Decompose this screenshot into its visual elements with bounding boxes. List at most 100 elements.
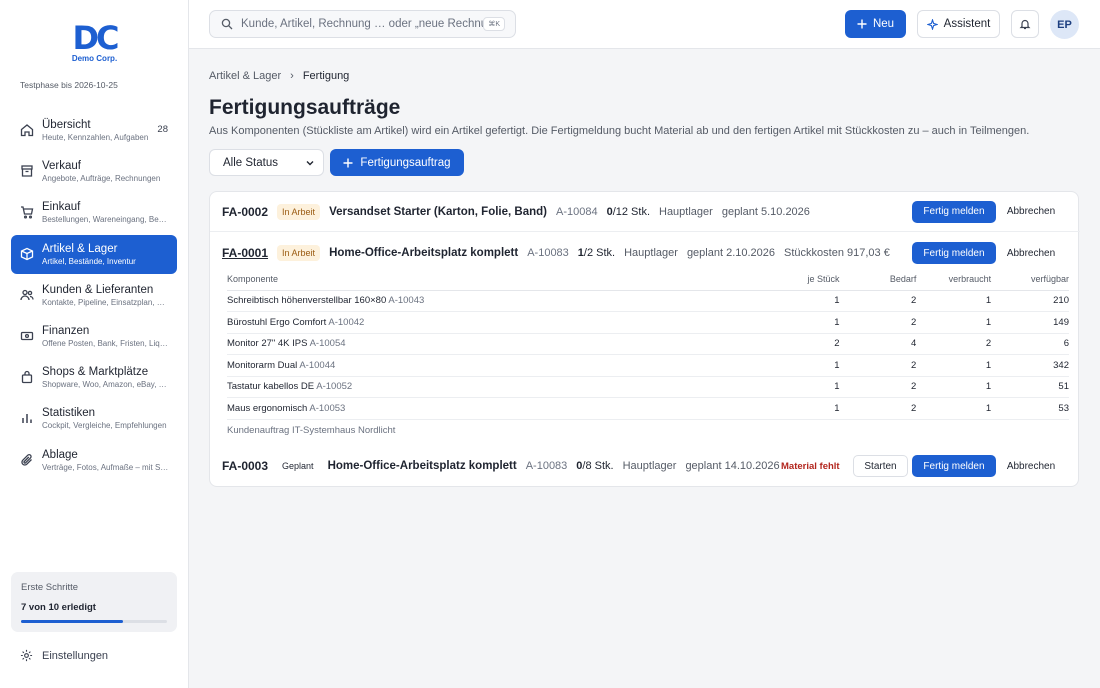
sidebar-item-sub: Artikel, Bestände, Inventur [42, 256, 136, 266]
sidebar-item-artikel-lager[interactable]: Artikel & Lager Artikel, Bestände, Inven… [11, 234, 177, 274]
create-production-order-button[interactable]: Fertigungsauftrag [330, 149, 464, 176]
used-cell: 1 [916, 311, 992, 334]
order-id[interactable]: FA-0002 [222, 205, 268, 219]
status-badge: Geplant [282, 461, 314, 471]
sidebar-item-title: Shops & Marktplätze [42, 366, 149, 379]
component-sku: A-10052 [316, 381, 353, 393]
available-cell: 149 [991, 311, 1069, 334]
plus-icon [857, 19, 867, 29]
per-unit-cell: 1 [759, 290, 840, 312]
sidebar-item-verkauf[interactable]: Verkauf Angebote, Aufträge, Rechnungen [11, 152, 177, 191]
sidebar-item-shops[interactable]: Shops & Marktplätze Shopware, Woo, Amazo… [11, 358, 177, 397]
order-id[interactable]: FA-0001 [222, 246, 268, 260]
wallet-icon [20, 329, 34, 343]
used-cell: 1 [916, 397, 992, 420]
component-sku: A-10043 [388, 295, 425, 307]
customer-order-reference[interactable]: Kundenauftrag IT-Systemhaus Nordlicht [227, 419, 1069, 441]
qty-total: /8 Stk. [582, 460, 614, 472]
qty-total: /2 Stk. [583, 247, 616, 259]
component-sku: A-10044 [299, 359, 336, 371]
order-quantity: 0/12 Stk. [607, 206, 650, 218]
sidebar-item-einkauf[interactable]: Einkauf Bestellungen, Wareneingang, Best… [11, 193, 177, 232]
settings-link[interactable]: Einstellungen [20, 649, 108, 662]
sidebar-item-sub: Cockpit, Vergleiche, Empfehlungen [42, 421, 167, 431]
need-cell: 2 [839, 290, 917, 312]
sidebar-item-kunden-lieferanten[interactable]: Kunden & Lieferanten Kontakte, Pipeline,… [11, 276, 177, 315]
trial-info: Testphase bis 2026-10-25 [20, 80, 118, 90]
status-badge: In Arbeit [277, 203, 321, 220]
sidebar-item-ablage[interactable]: Ablage Verträge, Fotos, Aufmaße – mit Su… [11, 441, 177, 480]
column-header: verbraucht [916, 269, 992, 291]
create-button-label: Fertigungsauftrag [360, 156, 451, 169]
sidebar-item-sub: Heute, Kennzahlen, Aufgaben [42, 133, 149, 142]
component-cell: Tastatur kabellos DE A-10052 [227, 376, 760, 398]
available-cell: 342 [991, 354, 1069, 377]
logo-mark: DC [72, 19, 119, 57]
chevron-right-icon: › [290, 70, 294, 82]
order-article-name: Home-Office-Arbeitsplatz komplett [327, 460, 517, 472]
notifications-button[interactable] [1011, 10, 1039, 38]
per-unit-cell: 1 [759, 376, 840, 398]
box-icon [20, 247, 34, 261]
order-article-name: Home-Office-Arbeitsplatz komplett [329, 247, 519, 259]
status-filter-select[interactable]: Alle Status [209, 149, 324, 176]
sidebar-item-finanzen[interactable]: Finanzen Offene Posten, Bank, Fristen, L… [11, 317, 177, 356]
finish-button[interactable]: Fertig melden [912, 455, 996, 477]
table-row: Monitorarm Dual A-10044 1 2 1 342 [227, 354, 1069, 377]
sidebar: DC Demo Corp. Testphase bis 2026-10-25 Ü… [0, 0, 189, 688]
global-search[interactable]: ⌘K [209, 10, 516, 38]
component-cell: Bürostuhl Ergo Comfort A-10042 [227, 311, 760, 334]
finish-button[interactable]: Fertig melden [912, 242, 996, 264]
need-cell: 2 [839, 376, 917, 398]
cancel-button[interactable]: Abbrechen [1000, 242, 1062, 264]
available-cell: 210 [991, 290, 1069, 312]
bell-icon [1019, 18, 1031, 30]
shortcut-hint: ⌘K [483, 17, 505, 31]
breadcrumb-parent[interactable]: Artikel & Lager [209, 70, 281, 82]
cancel-button[interactable]: Abbrechen [1000, 201, 1062, 223]
shop-icon [20, 370, 34, 384]
order-sku: A-10083 [525, 460, 568, 472]
start-button[interactable]: Starten [853, 455, 908, 477]
component-name: Schreibtisch höhenverstellbar 160×80 [227, 295, 387, 307]
sidebar-item-uebersicht[interactable]: Übersicht Heute, Kennzahlen, Aufgaben 28 [11, 111, 177, 150]
onboarding-title: Erste Schritte [21, 582, 79, 593]
order-article-name: Versandset Starter (Karton, Folie, Band) [329, 205, 547, 218]
sidebar-item-statistiken[interactable]: Statistiken Cockpit, Vergleiche, Empfehl… [11, 399, 177, 438]
users-icon [20, 288, 34, 302]
per-unit-cell: 2 [759, 333, 840, 355]
available-cell: 51 [991, 376, 1069, 398]
sidebar-item-title: Kunden & Lieferanten [42, 283, 154, 296]
assistant-button[interactable]: Assistent [917, 10, 1000, 38]
order-row-fa-0001: FA-0001 In Arbeit Home-Office-Arbeitspla… [210, 233, 1080, 273]
used-cell: 1 [916, 354, 992, 377]
page-title: Fertigungsaufträge [209, 96, 401, 119]
onboarding-card[interactable]: Erste Schritte 7 von 10 erledigt [11, 572, 177, 632]
order-warehouse: Hauptlager [659, 205, 713, 218]
order-planned-date: geplant 5.10.2026 [721, 205, 810, 218]
new-button[interactable]: Neu [845, 10, 906, 38]
component-name: Monitor 27" 4K IPS [227, 338, 308, 350]
new-button-label: Neu [872, 18, 895, 30]
finish-button[interactable]: Fertig melden [912, 200, 996, 223]
cancel-button[interactable]: Abbrechen [1000, 455, 1062, 477]
available-cell: 53 [991, 397, 1069, 420]
brand-logo[interactable]: DC Demo Corp. [0, 22, 189, 63]
need-cell: 2 [839, 397, 917, 420]
column-header: Komponente [227, 269, 760, 291]
component-name: Monitorarm Dual [227, 359, 298, 371]
need-cell: 2 [839, 354, 917, 377]
avatar[interactable]: EP [1050, 10, 1079, 39]
sidebar-item-title: Ablage [42, 448, 78, 461]
sidebar-item-title: Verkauf [42, 160, 81, 173]
search-input[interactable] [241, 18, 491, 30]
chevron-down-icon [305, 158, 315, 168]
order-planned-date: geplant 2.10.2026 [686, 247, 776, 259]
table-row: Schreibtisch höhenverstellbar 160×80 A-1… [227, 290, 1069, 312]
used-cell: 2 [916, 333, 992, 355]
plus-icon [343, 158, 353, 168]
breadcrumb: Artikel & Lager › Fertigung [209, 70, 349, 82]
sidebar-item-title: Artikel & Lager [42, 242, 118, 255]
order-id[interactable]: FA-0003 [222, 459, 268, 473]
column-header: je Stück [759, 269, 840, 291]
